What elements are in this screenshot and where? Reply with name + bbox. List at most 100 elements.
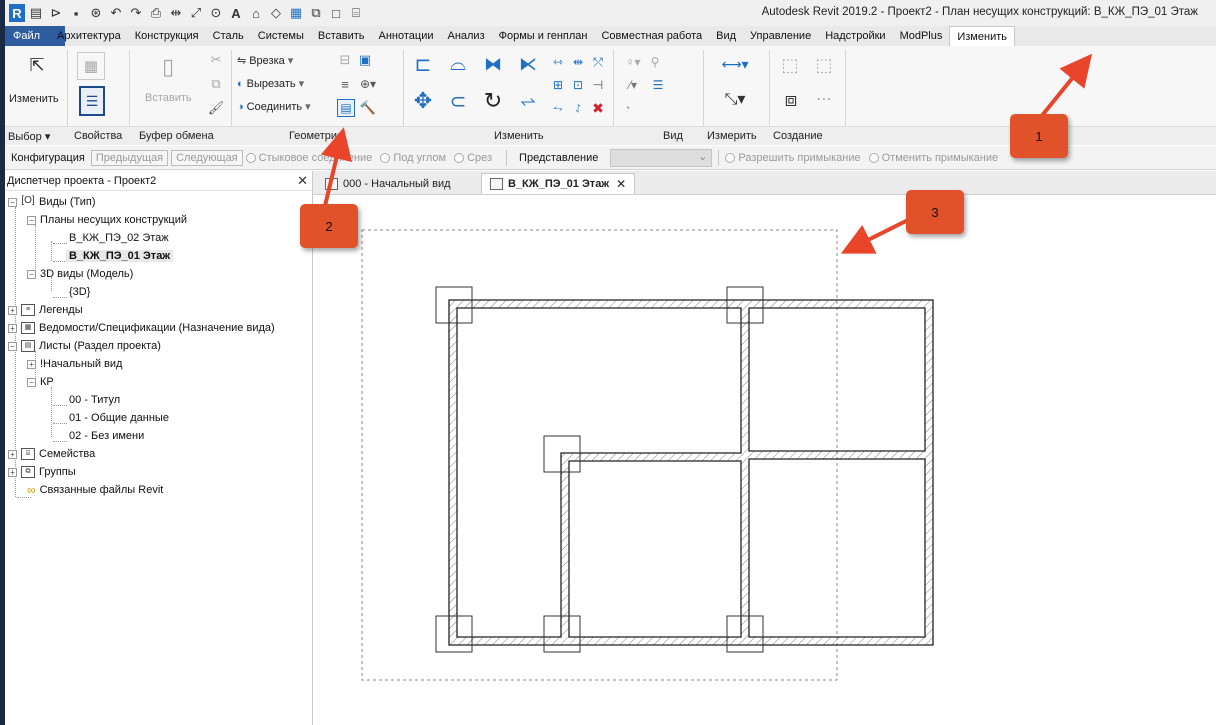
offset-icon[interactable]: ⌓: [445, 52, 471, 76]
tab-insert[interactable]: Вставить: [311, 26, 372, 46]
close-hidden-icon[interactable]: ⧉: [307, 4, 325, 22]
tree-item-kr[interactable]: − КР: [27, 373, 54, 391]
tab-addins[interactable]: Надстройки: [818, 26, 892, 46]
delete-icon[interactable]: ✖: [590, 100, 606, 116]
move-icon[interactable]: ✥: [410, 88, 436, 114]
display-select[interactable]: [610, 148, 713, 167]
panel-select-label[interactable]: Выбор ▾: [8, 130, 50, 143]
collapse-toggle[interactable]: −: [8, 197, 17, 207]
tab-structure[interactable]: Конструкция: [128, 26, 206, 46]
tab-view[interactable]: Вид: [709, 26, 743, 46]
walls[interactable]: [448, 299, 934, 646]
doc-tab-plan-01[interactable]: В_КЖ_ПЭ_01 Этаж ✕: [481, 173, 636, 194]
tab-systems[interactable]: Системы: [251, 26, 311, 46]
radio-square-joint[interactable]: Срез: [454, 152, 492, 164]
expand-toggle[interactable]: +: [8, 305, 17, 315]
collapse-toggle[interactable]: −: [27, 269, 36, 279]
modify-cursor-icon[interactable]: ⇱: [27, 54, 47, 76]
tree-item-3d[interactable]: {3D}: [69, 283, 90, 301]
tree-item-plan-02[interactable]: В_КЖ_ПЭ_02 Этаж: [69, 229, 169, 247]
tree-item-sheet-00[interactable]: 00 - Титул: [69, 391, 120, 409]
previous-button[interactable]: Предыдущая: [90, 149, 169, 166]
tree-item-revit-links[interactable]: ∞ Связанные файлы Revit: [27, 481, 163, 499]
next-button[interactable]: Следующая: [171, 149, 243, 166]
measure-icon[interactable]: ⇹: [167, 4, 185, 22]
text-icon[interactable]: A: [227, 4, 245, 22]
print-icon[interactable]: ⎙: [147, 4, 165, 22]
join-column-icon[interactable]: ▤: [337, 99, 355, 117]
undo-icon[interactable]: ↶: [107, 4, 125, 22]
collapse-toggle[interactable]: −: [27, 215, 36, 225]
tag-icon[interactable]: ⊙: [207, 4, 225, 22]
tree-item-sheet-01[interactable]: 01 - Общие данные: [69, 409, 169, 427]
line-style-icon[interactable]: ☰: [649, 77, 667, 93]
scale-icon[interactable]: ⊡: [570, 77, 586, 93]
expand-toggle[interactable]: +: [8, 449, 17, 459]
open-icon[interactable]: ⊳: [47, 4, 65, 22]
section-icon[interactable]: ◇: [267, 4, 285, 22]
tree-item-3d-views[interactable]: −3D виды (Модель): [27, 265, 133, 283]
revit-logo-icon[interactable]: R: [9, 4, 25, 22]
aligned-dimension-icon[interactable]: ⤡▾: [711, 88, 759, 110]
expand-toggle[interactable]: +: [8, 323, 17, 333]
mirror-draw-axis-icon[interactable]: ⧔: [515, 52, 541, 76]
copy-element-icon[interactable]: ⊂: [445, 88, 471, 114]
document-icon[interactable]: ▤: [27, 4, 45, 22]
3d-view-icon[interactable]: ⌂: [247, 4, 265, 22]
match-type-icon[interactable]: 🖌: [208, 100, 225, 116]
cope-button[interactable]: ⇋ Врезка ▾: [237, 54, 293, 68]
radio-disallow-join[interactable]: Отменить примыкание: [868, 152, 998, 164]
trim-multiple-icon[interactable]: ⥊: [550, 100, 566, 116]
rotate-icon[interactable]: ↻: [480, 88, 506, 114]
join-profile-icon[interactable]: ≡: [337, 76, 353, 92]
split-face-icon[interactable]: ▣: [357, 52, 373, 68]
tab-steel[interactable]: Сталь: [206, 26, 251, 46]
redo-icon[interactable]: ↷: [127, 4, 145, 22]
join-button[interactable]: ◑ Соединить ▾: [237, 100, 311, 114]
switch-windows-icon[interactable]: □: [327, 4, 345, 22]
tab-analyze[interactable]: Анализ: [440, 26, 491, 46]
split-element-icon[interactable]: ⇿: [550, 54, 566, 70]
drawing-area[interactable]: [313, 195, 1216, 725]
doc-tab-start-view[interactable]: 000 - Начальный вид: [317, 173, 459, 194]
tab-annotate[interactable]: Аннотации: [372, 26, 441, 46]
tree-item-legends[interactable]: + ≡ Легенды: [8, 301, 83, 319]
linework-icon[interactable]: ⁄▾: [619, 77, 647, 93]
trim-extend-icon[interactable]: ⥋: [515, 88, 541, 114]
radio-miter-joint[interactable]: Под углом: [380, 152, 446, 164]
tab-manage[interactable]: Управление: [743, 26, 818, 46]
tab-collaborate[interactable]: Совместная работа: [594, 26, 709, 46]
tree-item-schedules[interactable]: + ▦ Ведомости/Спецификации (Назначение вид…: [8, 319, 275, 337]
close-tab-icon[interactable]: ✕: [616, 177, 626, 191]
paint-icon[interactable]: ⊕▾: [357, 76, 379, 92]
sync-icon[interactable]: ⊛: [87, 4, 105, 22]
tree-item-plan-01[interactable]: В_КЖ_ПЭ_01 Этаж: [66, 247, 174, 265]
tree-item-groups[interactable]: + ⧉ Группы: [8, 463, 76, 481]
expand-toggle[interactable]: +: [27, 359, 36, 369]
align-icon[interactable]: ⊏: [410, 52, 436, 76]
tab-modplus[interactable]: ModPlus: [893, 26, 950, 46]
customize-icon[interactable]: ⌸: [347, 4, 365, 22]
trim-single-icon[interactable]: ⥌: [570, 100, 586, 116]
expand-toggle[interactable]: +: [8, 467, 17, 477]
collapse-toggle[interactable]: −: [27, 377, 36, 387]
mirror-pick-axis-icon[interactable]: ⧓: [480, 52, 506, 76]
cut-geometry-button[interactable]: ◐ Вырезать ▾: [237, 77, 304, 91]
columns[interactable]: [435, 286, 764, 653]
unpin-icon[interactable]: ⤱: [590, 54, 606, 70]
tree-item-sheet-02[interactable]: 02 - Без имени: [69, 427, 144, 445]
tab-massing-site[interactable]: Формы и генплан: [492, 26, 595, 46]
tree-item-families[interactable]: + ⌸ Семейства: [8, 445, 95, 463]
create-group-icon[interactable]: ⧈: [777, 86, 805, 114]
array-icon[interactable]: ⊞: [550, 77, 566, 93]
modify-button[interactable]: Изменить: [9, 93, 59, 105]
properties-icon[interactable]: ☰: [79, 86, 105, 116]
radio-butt-joint[interactable]: Стыковое соединение: [245, 152, 372, 164]
tree-item-start-view[interactable]: + !Начальный вид: [27, 355, 122, 373]
collapse-toggle[interactable]: −: [8, 341, 17, 351]
pin-icon[interactable]: ⊣: [590, 77, 606, 93]
tab-file[interactable]: Файл: [5, 26, 51, 46]
tab-modify[interactable]: Изменить: [949, 26, 1015, 46]
thin-lines-icon[interactable]: ▦: [287, 4, 305, 22]
tree-item-structural-plans[interactable]: − Планы несущих конструкций: [27, 211, 187, 229]
